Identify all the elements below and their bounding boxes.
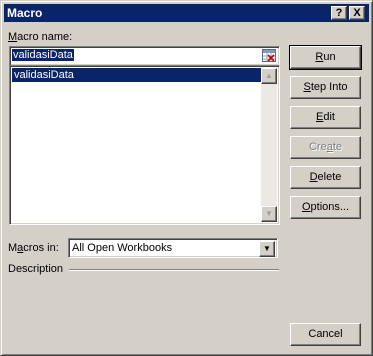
- options-button[interactable]: Options...: [290, 196, 361, 219]
- window-title: Macro: [7, 6, 43, 20]
- vertical-scrollbar[interactable]: ▲ ▼: [261, 68, 277, 222]
- macros-in-dropdown[interactable]: All Open Workbooks ▼: [68, 238, 278, 258]
- chevron-down-icon[interactable]: ▼: [259, 241, 275, 257]
- cancel-button[interactable]: Cancel: [290, 323, 361, 346]
- run-button[interactable]: Run: [289, 45, 362, 70]
- close-button[interactable]: X: [349, 6, 365, 20]
- macro-list: validasiData: [12, 68, 261, 222]
- description-label: Description: [8, 263, 64, 275]
- title-bar[interactable]: Macro ? X: [4, 4, 369, 22]
- macro-name-label: Macro name:: [8, 31, 73, 43]
- macros-in-value: All Open Workbooks: [72, 242, 173, 254]
- macro-name-input[interactable]: validasiData: [12, 49, 257, 63]
- macro-listbox[interactable]: validasiData ▲ ▼: [9, 65, 280, 225]
- scroll-down-arrow-icon[interactable]: ▼: [261, 206, 277, 222]
- delete-button[interactable]: Delete: [290, 166, 361, 189]
- description-divider: [69, 269, 279, 271]
- macros-in-label: Macros in:: [8, 242, 59, 254]
- scroll-up-arrow-icon[interactable]: ▲: [261, 68, 277, 84]
- macro-dialog: Macro ? X Macro name: validasiData valid…: [0, 0, 373, 356]
- collapse-dialog-icon[interactable]: [262, 49, 276, 62]
- help-button[interactable]: ?: [331, 6, 347, 20]
- macro-name-field[interactable]: validasiData: [9, 46, 280, 66]
- edit-button[interactable]: Edit: [290, 106, 361, 129]
- list-item[interactable]: validasiData: [12, 68, 261, 82]
- create-button[interactable]: Create: [290, 136, 361, 159]
- step-into-button[interactable]: Step Into: [290, 76, 361, 99]
